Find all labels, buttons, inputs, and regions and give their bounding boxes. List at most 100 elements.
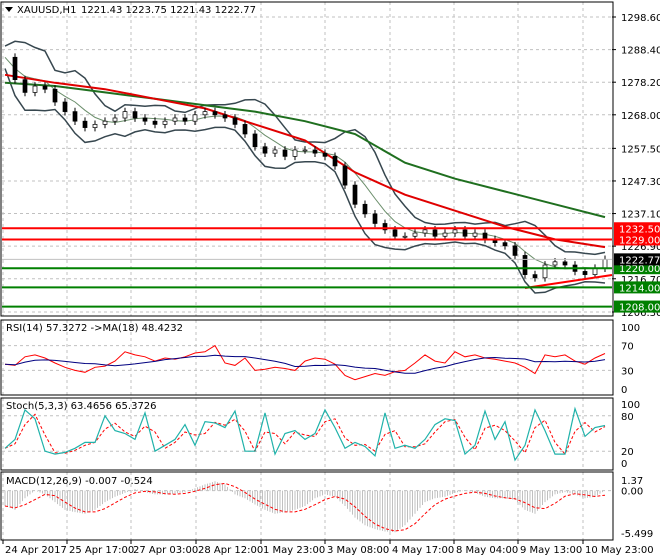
rsi-panel[interactable] xyxy=(4,344,606,381)
price-tick-label: 1298.60 xyxy=(621,13,660,24)
x-tick-label: 24 Apr 2017 xyxy=(5,545,67,556)
candle-body xyxy=(52,88,58,103)
macd-title: MACD(12,26,9) -0.007 -0.524 xyxy=(6,476,153,487)
stoch-main-line xyxy=(4,406,606,462)
candle-body xyxy=(172,117,178,122)
candle-body xyxy=(152,120,158,125)
stoch-tick-label: 0 xyxy=(621,459,627,470)
axis-labels: 24 Apr 2017 25 Apr 17:0027 Apr 03:00 28 Ap… xyxy=(2,13,660,556)
price-tick-label: 1247.30 xyxy=(621,177,660,188)
symbol-label: XAUUSD,H1 xyxy=(17,5,76,16)
x-tick-label: 25 Apr 17:00 xyxy=(69,545,134,556)
candle-body xyxy=(32,85,38,93)
x-tick-label: 10 May 23:00 xyxy=(585,545,654,556)
rsi-line xyxy=(4,344,606,381)
candle-body xyxy=(452,229,458,234)
stoch-tick-label: 80 xyxy=(621,412,634,423)
trading-chart-window: 24 Apr 2017 25 Apr 17:00 27 Apr 03:00 28 Ap… xyxy=(0,0,660,560)
candle-body xyxy=(472,232,478,237)
candle-body xyxy=(502,242,508,247)
macd-tick-label: 1.37 xyxy=(621,476,643,487)
candle-body xyxy=(272,149,278,154)
candle-body xyxy=(462,229,468,237)
x-tick-label: 1 May 23:00 xyxy=(263,545,325,556)
price-panel[interactable] xyxy=(2,40,613,308)
candle-body xyxy=(182,117,188,122)
stochastic-panel[interactable] xyxy=(4,406,606,462)
candle-body xyxy=(332,155,338,167)
candle-body xyxy=(362,203,368,215)
chart-canvas[interactable]: 24 Apr 2017 25 Apr 17:0027 Apr 03:00 28 Ap… xyxy=(0,0,660,560)
bollinger-middle xyxy=(4,56,606,270)
price-tick-label: 1237.10 xyxy=(621,210,660,221)
rsi-tick-label: 30 xyxy=(621,366,634,377)
candle-body xyxy=(402,235,408,238)
candle-body xyxy=(42,85,48,90)
candle-body xyxy=(262,146,268,154)
x-tick-label: 4 May 17:00 xyxy=(392,545,454,556)
candle-body xyxy=(312,149,318,154)
x-tick-label: 28 Apr 12:00 xyxy=(198,545,263,556)
candle-body xyxy=(552,261,558,266)
x-tick-label: 27 Apr 03:00 xyxy=(133,545,198,556)
ma-fast-line xyxy=(4,73,606,249)
candle-body xyxy=(542,264,548,279)
rsi-tick-label: 0 xyxy=(621,385,627,396)
rsi-tick-label: 100 xyxy=(621,323,640,334)
price-tick-label: 1288.40 xyxy=(621,46,660,57)
candle-body xyxy=(602,259,608,269)
price-tick-label: 1278.20 xyxy=(621,78,660,89)
x-tick-label: 8 May 04:00 xyxy=(456,545,518,556)
candle-body xyxy=(412,232,418,237)
stoch-signal-line xyxy=(4,413,606,456)
candle-body xyxy=(292,149,298,157)
candle-body xyxy=(422,229,428,234)
candle-body xyxy=(562,261,568,266)
candle-body xyxy=(282,149,288,157)
candle-body xyxy=(432,229,438,237)
candle-body xyxy=(222,114,228,119)
level-tag-label: 1208.00 xyxy=(619,303,660,314)
level-tag-label: 1229.00 xyxy=(619,235,660,246)
ohlc-readout: 1221.43 1223.75 1221.43 1222.77 xyxy=(81,5,256,16)
candle-body xyxy=(522,255,528,275)
macd-tick-label: -5.499 xyxy=(621,529,653,540)
candle-body xyxy=(202,111,208,116)
candle-body xyxy=(192,114,198,122)
stoch-title: Stoch(5,3,3) 63.4656 65.3726 xyxy=(6,401,157,412)
candle-body xyxy=(92,124,98,128)
stoch-tick-label: 100 xyxy=(621,400,640,411)
candle-body xyxy=(142,117,148,122)
candle-body xyxy=(532,274,538,279)
candle-body xyxy=(132,111,138,119)
rsi-title: RSI(14) 57.3272 ->MA(18) 48.4232 xyxy=(6,323,183,334)
x-tick-label: 9 May 13:00 xyxy=(520,545,582,556)
macd-panel[interactable] xyxy=(4,481,606,533)
level-tag-label: 1214.00 xyxy=(619,283,660,294)
collapse-triangle-icon[interactable] xyxy=(5,7,13,12)
candle-body xyxy=(302,149,308,152)
candle-body xyxy=(392,229,398,237)
candle-body xyxy=(102,120,108,125)
candle-body xyxy=(112,117,118,122)
candle-body xyxy=(62,101,68,112)
rsi-tick-label: 70 xyxy=(621,342,634,353)
x-tick-label: 3 May 08:00 xyxy=(327,545,389,556)
candle-body xyxy=(162,120,168,125)
stoch-tick-label: 20 xyxy=(621,447,634,458)
candle-body xyxy=(352,184,358,205)
price-tick-label: 1268.00 xyxy=(621,111,660,122)
grid xyxy=(2,2,612,540)
candle-body xyxy=(342,165,348,186)
candle-body xyxy=(582,271,588,275)
candle-body xyxy=(22,79,28,93)
candle-body xyxy=(512,245,518,256)
price-tick-label: 1257.50 xyxy=(621,144,660,155)
candle-body xyxy=(442,232,448,237)
candle-body xyxy=(122,111,128,119)
candle-body xyxy=(232,117,238,125)
candle-body xyxy=(242,124,248,135)
candle-body xyxy=(72,111,78,122)
candle-body xyxy=(12,56,18,80)
candle-body xyxy=(322,152,328,157)
